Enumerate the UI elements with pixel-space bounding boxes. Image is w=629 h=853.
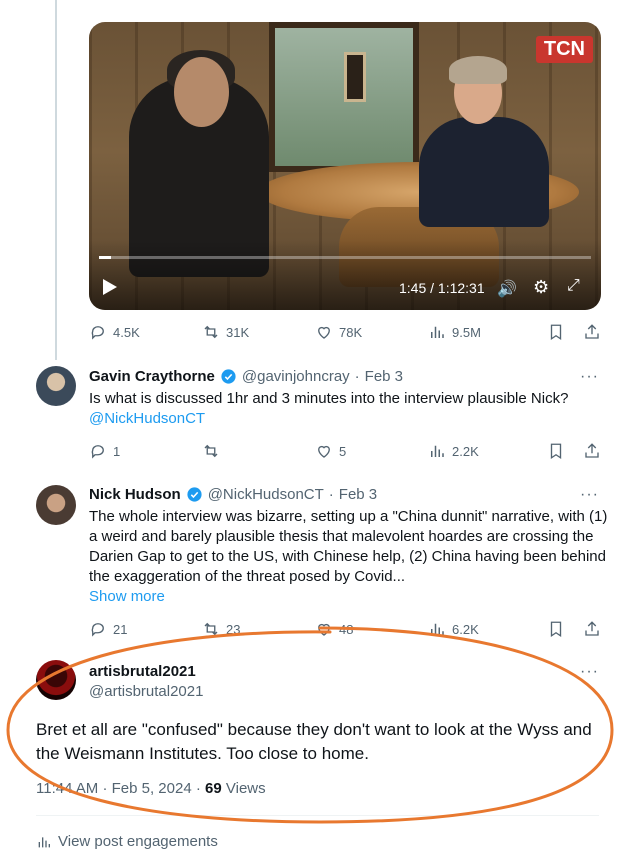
repost-button[interactable]: 31K <box>202 323 315 341</box>
like-button[interactable]: 5 <box>315 442 428 460</box>
verified-badge-icon <box>187 487 202 502</box>
post-header: Gavin Craythorne @gavinjohncray · Feb 3 <box>89 368 403 385</box>
video-frame-guest-head <box>174 57 229 127</box>
share-icon[interactable] <box>583 323 601 341</box>
reply-button[interactable]: 21 <box>89 620 202 638</box>
repost-count: 23 <box>226 621 241 637</box>
post-date[interactable]: Feb 3 <box>339 486 377 503</box>
views-button[interactable]: 6.2K <box>428 620 541 638</box>
heart-icon <box>318 623 330 636</box>
like-count: 5 <box>339 443 347 459</box>
video-frame-picture <box>344 52 366 102</box>
bookmark-icon[interactable] <box>547 442 565 460</box>
avatar[interactable] <box>36 660 76 700</box>
repost-button[interactable] <box>202 442 315 460</box>
reply-count: 21 <box>113 621 128 637</box>
repost-icon <box>204 325 218 339</box>
post-header: Nick Hudson @NickHudsonCT · Feb 3 <box>89 486 377 503</box>
video-time: 1:45 / 1:12:31 <box>399 280 485 296</box>
thread-line <box>55 0 57 360</box>
repost-count: 31K <box>226 324 250 340</box>
volume-icon[interactable]: 🔊 <box>497 279 517 299</box>
like-count: 48 <box>339 621 354 637</box>
views-button[interactable]: 2.2K <box>428 442 541 460</box>
author-handle[interactable]: @artisbrutal2021 <box>89 683 203 700</box>
like-button[interactable]: 78K <box>315 323 428 341</box>
reply1-actions: 1 5 2.2K <box>89 440 601 462</box>
post-date[interactable]: Feb 5, 2024 <box>112 780 192 797</box>
separator-dot: · <box>102 780 108 797</box>
repost-button[interactable]: 23 <box>202 620 315 638</box>
divider <box>36 815 599 816</box>
views-button[interactable]: 9.5M <box>428 323 541 341</box>
bookmark-icon[interactable] <box>547 323 565 341</box>
video-progress-bar[interactable] <box>99 256 591 259</box>
separator-dot: · <box>354 368 360 385</box>
post-text: The whole interview was bizarre, setting… <box>89 507 609 607</box>
reply-count: 1 <box>113 443 121 459</box>
reply-icon <box>91 623 104 637</box>
video-frame-host-hair <box>449 56 507 84</box>
like-button[interactable]: 48 <box>315 620 428 638</box>
separator-dot: · <box>195 780 201 797</box>
views-icon <box>431 445 444 457</box>
post-body: Is what is discussed 1hr and 3 minutes i… <box>89 390 569 407</box>
views-count: 69 <box>205 780 222 797</box>
show-more-link[interactable]: Show more <box>89 588 165 605</box>
author-name[interactable]: artisbrutal2021 <box>89 663 196 680</box>
share-icon[interactable] <box>583 620 601 638</box>
share-icon[interactable] <box>583 442 601 460</box>
post-time[interactable]: 11:44 AM <box>36 780 98 797</box>
reply2-actions: 21 23 48 6.2K <box>89 618 601 640</box>
views-icon <box>431 326 444 338</box>
reply-icon <box>91 326 104 340</box>
like-count: 78K <box>339 324 363 340</box>
post-date[interactable]: Feb 3 <box>365 368 403 385</box>
fullscreen-icon[interactable]: ⤢ <box>567 277 580 295</box>
views-count: 2.2K <box>452 443 479 459</box>
views-label: Views <box>225 780 266 797</box>
video-progress-fill <box>99 256 111 259</box>
views-count: 6.2K <box>452 621 479 637</box>
author-handle[interactable]: @NickHudsonCT <box>208 486 324 503</box>
avatar[interactable] <box>36 366 76 406</box>
reply-count: 4.5K <box>113 324 140 340</box>
verified-badge-icon <box>221 369 236 384</box>
more-options-icon[interactable]: ··· <box>580 663 599 681</box>
video-player[interactable]: TCN 1:45 / 1:12:31 🔊 ⚙ ⤢ <box>89 22 601 310</box>
views-icon <box>431 623 444 635</box>
views-icon <box>38 836 50 847</box>
more-options-icon[interactable]: ··· <box>580 486 599 504</box>
post-meta: 11:44 AM · Feb 5, 2024 · 69 Views <box>36 780 266 797</box>
reply-button[interactable]: 1 <box>89 442 202 460</box>
bookmark-icon[interactable] <box>547 620 565 638</box>
settings-gear-icon[interactable]: ⚙ <box>533 277 549 298</box>
repost-icon <box>204 444 218 458</box>
avatar[interactable] <box>36 485 76 525</box>
video-frame-host <box>419 117 549 227</box>
mention-link[interactable]: @NickHudsonCT <box>89 410 205 427</box>
video-post-actions: 4.5K 31K 78K 9.5M <box>89 321 601 343</box>
author-name[interactable]: Nick Hudson <box>89 486 181 503</box>
reply-button[interactable]: 4.5K <box>89 323 202 341</box>
more-options-icon[interactable]: ··· <box>580 368 599 386</box>
post-body: Bret et all are "confused" because they … <box>36 720 592 763</box>
view-engagements-link[interactable]: View post engagements <box>36 833 218 850</box>
separator-dot: · <box>328 486 334 503</box>
reply-icon <box>91 445 104 459</box>
play-icon[interactable] <box>103 279 117 295</box>
channel-logo: TCN <box>535 36 593 63</box>
video-controls-shade <box>89 240 601 310</box>
heart-icon <box>318 445 330 458</box>
post-body: The whole interview was bizarre, setting… <box>89 508 608 585</box>
repost-icon <box>204 622 218 636</box>
post-text: Is what is discussed 1hr and 3 minutes i… <box>89 389 609 429</box>
engagements-label: View post engagements <box>58 833 218 850</box>
author-name[interactable]: Gavin Craythorne <box>89 368 215 385</box>
views-count: 9.5M <box>452 324 481 340</box>
author-handle[interactable]: @gavinjohncray <box>242 368 350 385</box>
heart-icon <box>318 326 330 339</box>
